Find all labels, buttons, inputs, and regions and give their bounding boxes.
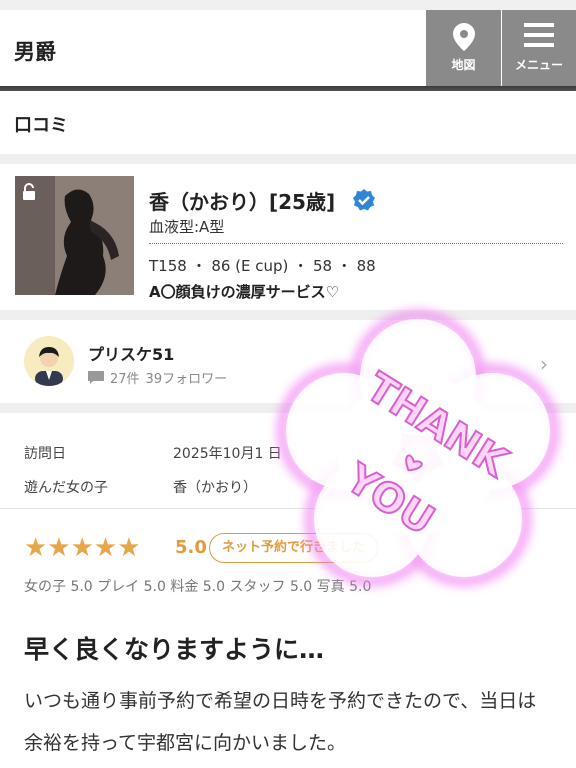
header: 男爵 地図 メニュー (0, 10, 576, 86)
follower-count: 39フォロワー (145, 372, 228, 387)
reviewer-name[interactable]: プリスケ51 (88, 341, 174, 365)
blood-type: 血液型:A型 (149, 218, 225, 236)
hamburger-icon (524, 23, 554, 47)
avatar[interactable] (24, 336, 74, 386)
section-title: 口コミ (14, 115, 68, 136)
dotted-divider (149, 243, 563, 244)
comment-icon (88, 370, 104, 384)
top-strip (0, 0, 576, 10)
reservation-badge: ネット予約で行きました (209, 533, 379, 563)
verified-badge-icon (353, 189, 375, 211)
reviewer-card[interactable]: プリスケ51 27件 39フォロワー › (0, 320, 576, 403)
map-label: 地図 (451, 58, 476, 72)
reviewer-stats: 27件 39フォロワー (88, 368, 227, 387)
chevron-right-icon[interactable]: › (540, 352, 548, 376)
girl-card[interactable]: 香（かおり）[25歳] 血液型:A型 T158 ・ 86 (E cup) ・ 5… (0, 164, 576, 310)
map-pin-icon (452, 23, 475, 51)
shop-title[interactable]: 男爵 (14, 36, 56, 66)
star-rating: ★★★★★ (24, 533, 141, 563)
visit-girl-value[interactable]: 香（かおり） (173, 477, 257, 497)
girl-name[interactable]: 香（かおり）[25歳] (149, 186, 335, 215)
map-button[interactable]: 地図 (426, 10, 501, 86)
catchphrase: A〇顔負けの濃厚サービス♡ (149, 283, 340, 301)
menu-label: メニュー (514, 58, 563, 72)
visit-date-value: 2025年10月1 日 (173, 446, 282, 462)
menu-button[interactable]: メニュー (502, 10, 576, 86)
visit-date-label: 訪問日 (24, 446, 66, 462)
measurements: T158 ・ 86 (E cup) ・ 58 ・ 88 (149, 257, 376, 275)
girl-photo[interactable] (15, 176, 134, 295)
rating-section: ★★★★★ 5.0 ネット予約で行きました 女の子 5.0 プレイ 5.0 料金… (0, 509, 576, 599)
visit-girl-row: 遊んだ女の子 香（かおり） (24, 477, 257, 497)
review-body: いつも通り事前予約で希望の日時を予約できたので、当日は余裕を持って宇都宮に向かい… (24, 690, 537, 754)
rating-breakdown: 女の子 5.0 プレイ 5.0 料金 5.0 スタッフ 5.0 写真 5.0 (24, 579, 372, 595)
visit-date-row: 訪問日 2025年10月1 日 (24, 443, 282, 463)
review-title: 早く良くなりますように… (24, 635, 325, 664)
visit-info: 訪問日 2025年10月1 日 遊んだ女の子 香（かおり） (0, 413, 576, 508)
unlock-icon (23, 183, 35, 200)
visit-girl-label: 遊んだ女の子 (24, 480, 108, 496)
rating-score: 5.0 (175, 537, 207, 558)
section-gap (0, 154, 576, 164)
section-gap (0, 310, 576, 320)
review-count: 27件 (110, 372, 140, 387)
user-avatar-icon (24, 336, 74, 386)
section-header: 口コミ (0, 91, 576, 154)
section-gap (0, 403, 576, 413)
